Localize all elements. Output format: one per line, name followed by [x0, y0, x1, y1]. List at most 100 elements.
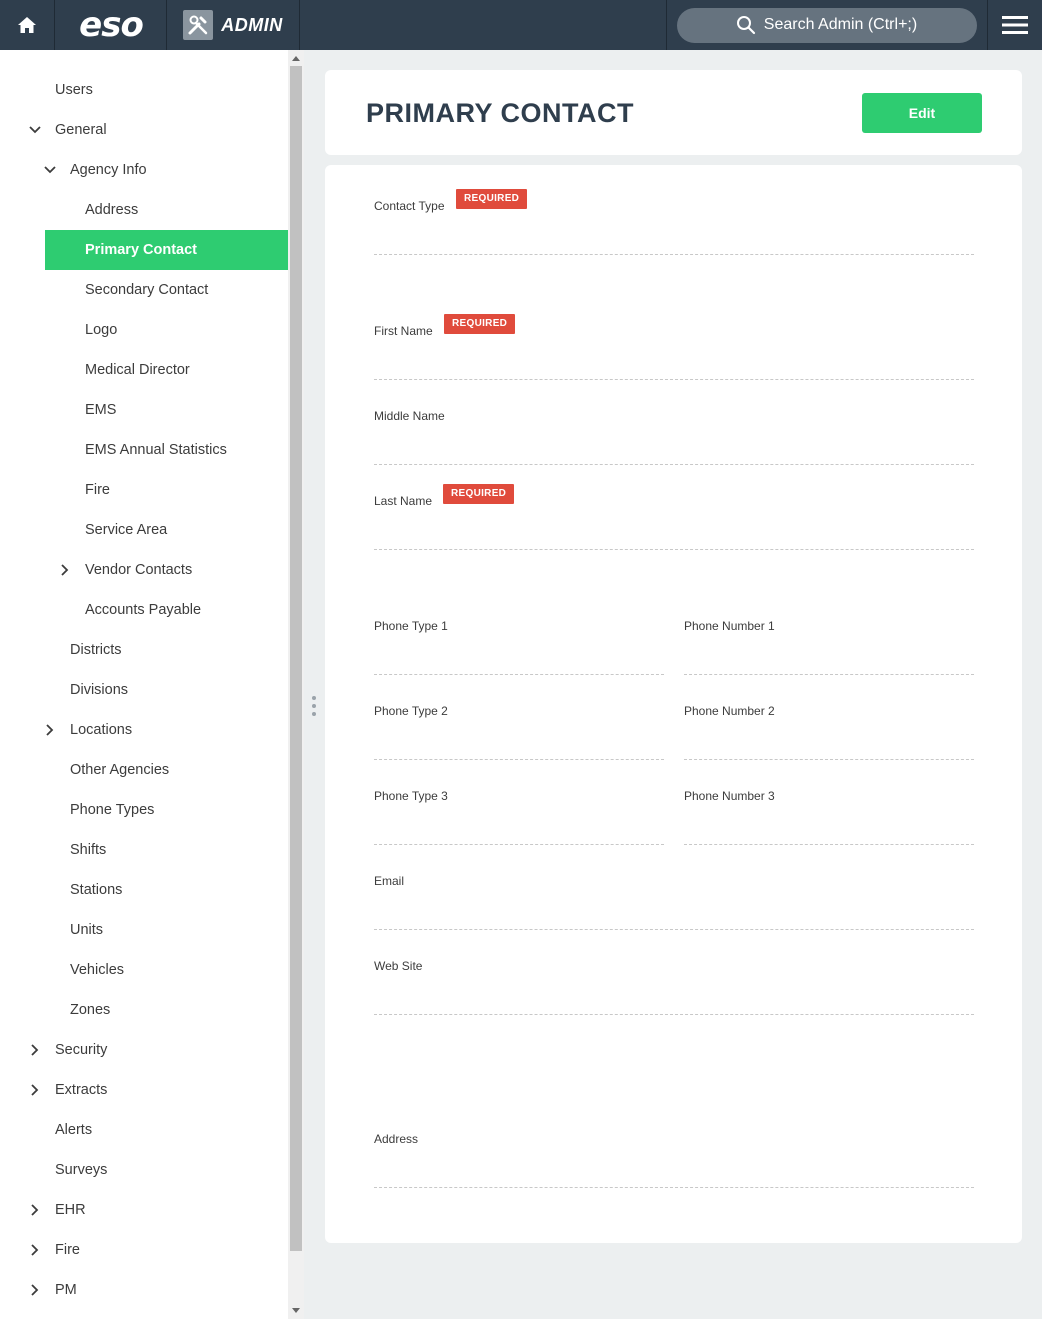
admin-module[interactable]: ADMIN	[166, 0, 300, 50]
sidebar-item-fire[interactable]: Fire	[0, 1230, 288, 1270]
field-underline	[684, 844, 974, 845]
sidebar-item-label: Shifts	[70, 842, 107, 858]
field-label: Address	[374, 1132, 419, 1146]
sidebar-item-districts[interactable]: Districts	[0, 630, 288, 670]
sidebar-item-ems[interactable]: EMS	[0, 390, 288, 430]
chevron-right-icon[interactable]	[28, 1203, 42, 1217]
sidebar-item-label: Surveys	[55, 1162, 108, 1178]
field-underline	[684, 759, 974, 760]
field-label: Middle Name	[374, 409, 445, 423]
field-label: Phone Number 2	[684, 704, 775, 718]
page-header-card: PRIMARY CONTACT Edit	[325, 70, 1022, 155]
sidebar-item-label: Medical Director	[85, 362, 190, 378]
field-label: Phone Number 3	[684, 789, 775, 803]
sidebar-item-label: Other Agencies	[70, 762, 170, 778]
logo-text: eso	[79, 5, 144, 45]
required-badge: REQUIRED	[443, 484, 515, 504]
sidebar-item-general[interactable]: General	[0, 110, 288, 150]
sidebar-item-ems-annual-statistics[interactable]: EMS Annual Statistics	[0, 430, 288, 470]
tools-icon	[183, 10, 214, 40]
sidebar-item-ehr[interactable]: EHR	[0, 1190, 288, 1230]
field-underline	[374, 674, 664, 675]
sidebar-item-label: Service Area	[85, 522, 168, 538]
sidebar-item-zones[interactable]: Zones	[0, 990, 288, 1030]
field-label: Last Name	[374, 494, 433, 508]
chevron-right-icon[interactable]	[28, 1283, 42, 1297]
sidebar-item-label: PM	[55, 1282, 77, 1298]
field-label: Phone Type 1	[374, 619, 448, 633]
sidebar-item-vendor-contacts[interactable]: Vendor Contacts	[0, 550, 288, 590]
sidebar-item-vehicles[interactable]: Vehicles	[0, 950, 288, 990]
sidebar-item-label: Districts	[70, 642, 122, 658]
sidebar-nav: Users General Agency Info Address Primary Co…	[0, 50, 288, 1319]
sidebar-item-label: Alerts	[55, 1122, 93, 1138]
sidebar-item-label: EMS	[85, 402, 117, 418]
sidebar-item-service-area[interactable]: Service Area	[0, 510, 288, 550]
sidebar-item-label: EMS Annual Statistics	[85, 442, 227, 458]
sidebar-item-secondary-contact[interactable]: Secondary Contact	[0, 270, 288, 310]
field-label: Contact Type	[374, 199, 445, 213]
sidebar-item-label: Agency Info	[70, 162, 147, 178]
edit-button[interactable]: Edit	[862, 93, 982, 133]
field-label: Phone Type 2	[374, 704, 448, 718]
home-button[interactable]	[0, 0, 55, 50]
chevron-right-icon[interactable]	[58, 563, 72, 577]
sidebar-item-pm[interactable]: PM	[0, 1270, 288, 1310]
sidebar-item-label: General	[55, 122, 107, 138]
required-badge: REQUIRED	[444, 314, 516, 334]
sidebar-item-label: Vehicles	[70, 962, 125, 978]
menu-button[interactable]	[987, 0, 1042, 50]
sidebar-item-address[interactable]: Address	[0, 190, 288, 230]
sidebar-item-fire[interactable]: Fire	[0, 470, 288, 510]
field-underline	[374, 549, 974, 550]
sidebar-item-label: Stations	[70, 882, 123, 898]
sidebar-item-medical-director[interactable]: Medical Director	[0, 350, 288, 390]
sidebar-item-primary-contact[interactable]: Primary Contact	[45, 230, 288, 270]
chevron-right-icon[interactable]	[28, 1243, 42, 1257]
field-underline	[374, 379, 974, 380]
admin-label: ADMIN	[221, 14, 283, 35]
sidebar-item-label: Logo	[85, 322, 118, 338]
sidebar-item-users[interactable]: Users	[0, 70, 288, 110]
field-underline	[374, 759, 664, 760]
pane-splitter-handle[interactable]	[311, 696, 317, 720]
chevron-right-icon[interactable]	[28, 1083, 42, 1097]
sidebar-item-alerts[interactable]: Alerts	[0, 1110, 288, 1150]
sidebar-item-surveys[interactable]: Surveys	[0, 1150, 288, 1190]
sidebar-item-phone-types[interactable]: Phone Types	[0, 790, 288, 830]
sidebar-item-label: Phone Types	[70, 802, 155, 818]
field-underline	[374, 929, 974, 930]
chevron-down-icon[interactable]	[28, 123, 42, 137]
sidebar-item-divisions[interactable]: Divisions	[0, 670, 288, 710]
home-icon	[18, 17, 36, 33]
chevron-down-icon[interactable]	[43, 163, 57, 177]
sidebar-item-other-agencies[interactable]: Other Agencies	[0, 750, 288, 790]
sidebar-item-extracts[interactable]: Extracts	[0, 1070, 288, 1110]
scrollbar-thumb[interactable]	[290, 66, 302, 1251]
search-icon	[736, 16, 755, 35]
search-input[interactable]: Search Admin (Ctrl+;)	[676, 7, 977, 43]
hamburger-menu-icon	[1002, 16, 1028, 34]
sidebar-item-locations[interactable]: Locations	[0, 710, 288, 750]
sidebar-item-units[interactable]: Units	[0, 910, 288, 950]
sidebar-item-stations[interactable]: Stations	[0, 870, 288, 910]
field-underline	[374, 1014, 974, 1015]
scroll-up-arrow[interactable]	[292, 56, 300, 61]
sidebar-item-logo[interactable]: Logo	[0, 310, 288, 350]
sidebar-item-label: Extracts	[55, 1082, 108, 1098]
field-underline	[374, 844, 664, 845]
chevron-right-icon[interactable]	[43, 723, 57, 737]
search-area: Search Admin (Ctrl+;)	[666, 0, 986, 50]
page-title: PRIMARY CONTACT	[366, 98, 634, 128]
contact-form-card: Contact Type REQUIRED First Name REQUIRE…	[325, 165, 1022, 1243]
sidebar-item-security[interactable]: Security	[0, 1030, 288, 1070]
scroll-down-arrow[interactable]	[292, 1308, 300, 1313]
sidebar-item-label: Locations	[70, 722, 133, 738]
top-bar: eso ADMIN Search Admin (Ctrl+;)	[0, 0, 1042, 50]
chevron-right-icon[interactable]	[28, 1043, 42, 1057]
sidebar-item-agency-info[interactable]: Agency Info	[0, 150, 288, 190]
sidebar-scrollbar[interactable]	[288, 50, 304, 1319]
sidebar-item-accounts-payable[interactable]: Accounts Payable	[0, 590, 288, 630]
eso-logo[interactable]: eso	[56, 0, 166, 50]
sidebar-item-shifts[interactable]: Shifts	[0, 830, 288, 870]
